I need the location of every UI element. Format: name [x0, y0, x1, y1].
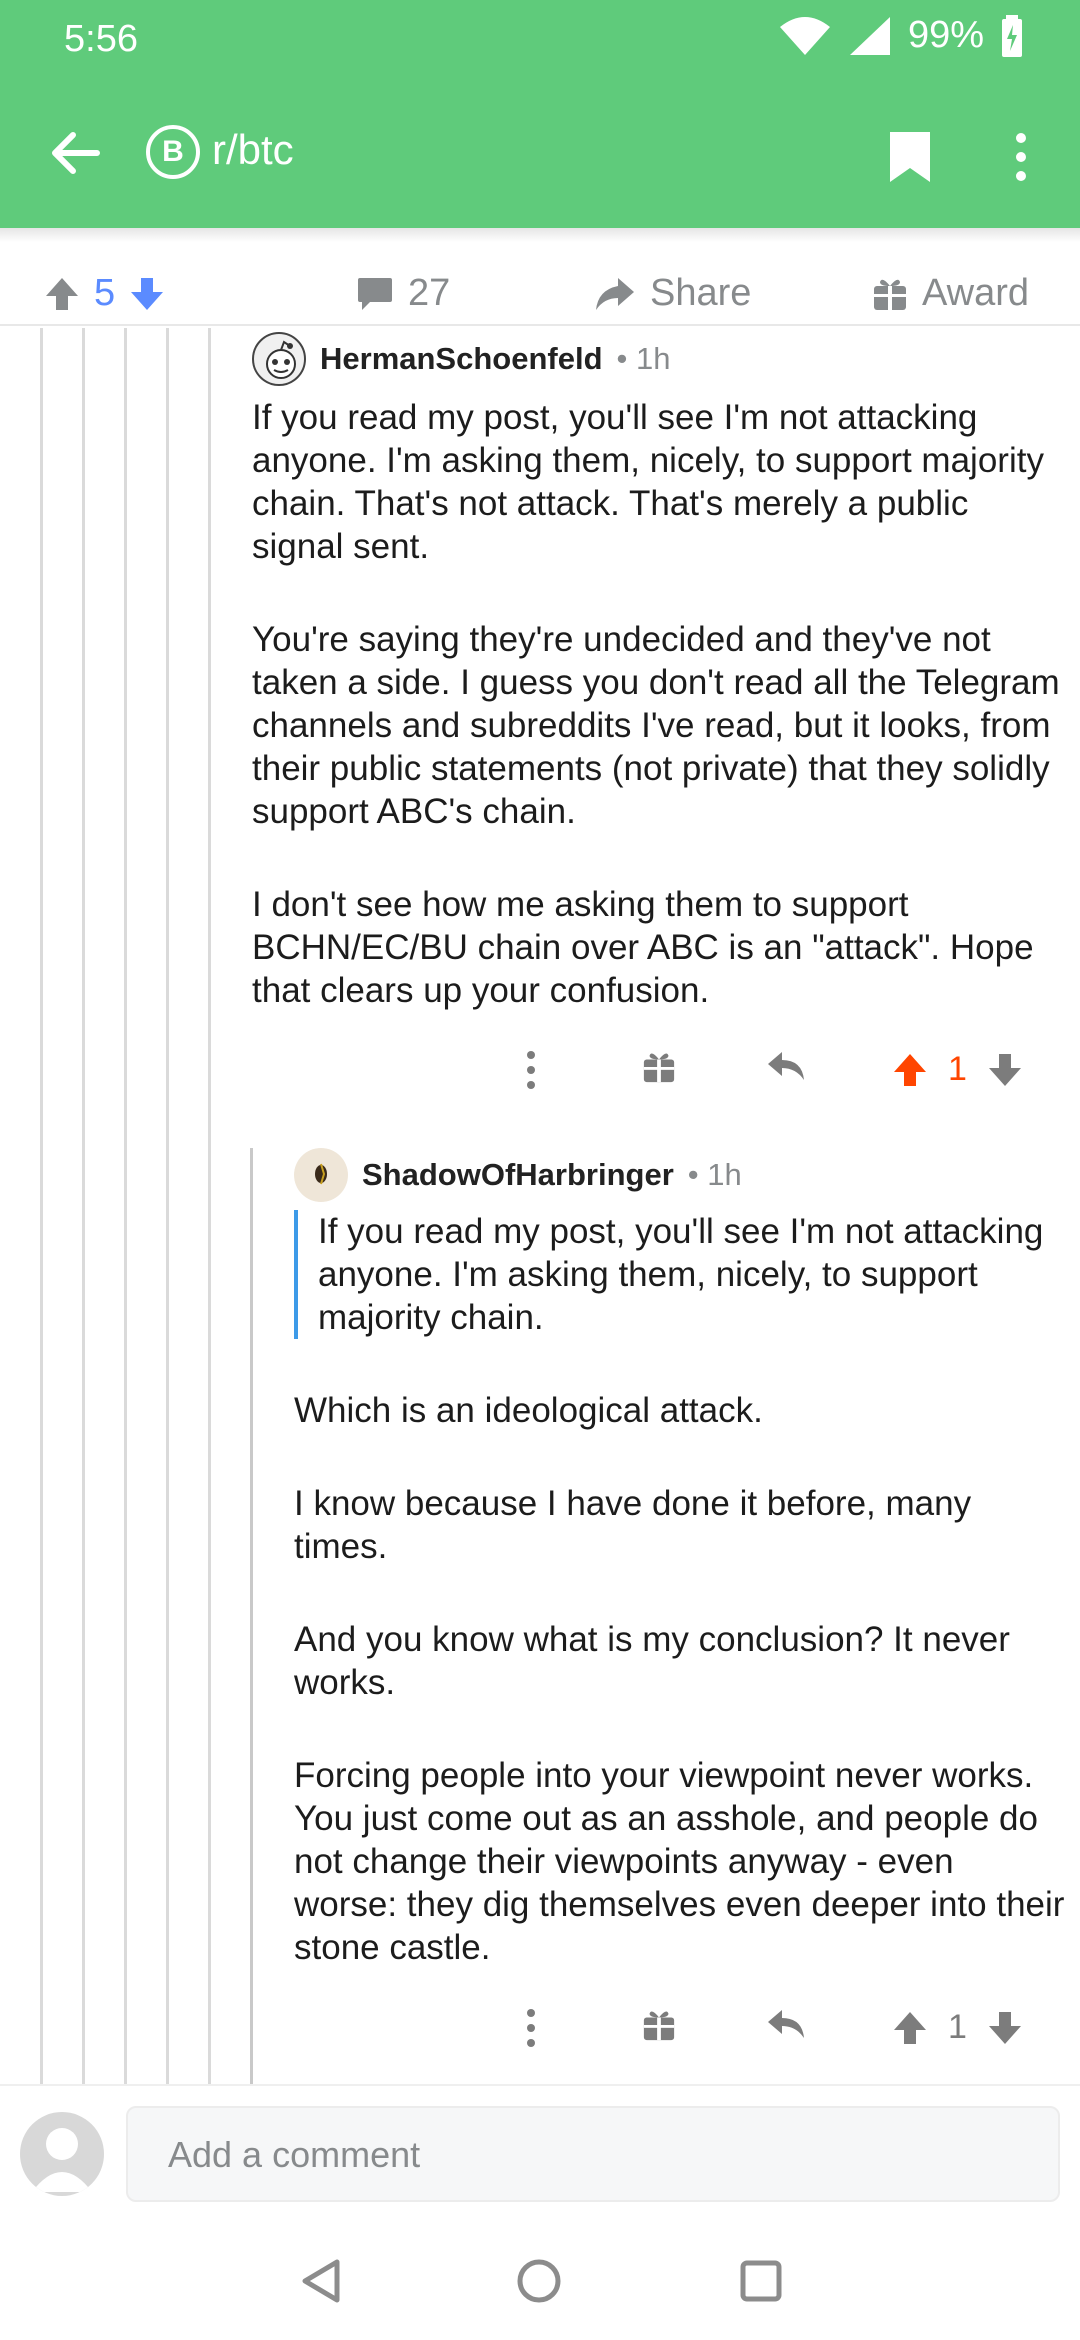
upvote-icon[interactable] [44, 276, 80, 312]
comment-paragraph: If you read my post, you'll see I'm not … [252, 398, 1044, 566]
comment-paragraph: Which is an ideological attack. [294, 1391, 763, 1430]
system-nav-bar [0, 2222, 1080, 2340]
arrow-left-icon [52, 132, 100, 174]
upvote-icon[interactable] [892, 1052, 928, 1088]
comment-age: • 1h [616, 341, 671, 376]
comment-header: ShadowOfHarbringer • 1h [294, 1148, 742, 1202]
avatar[interactable] [294, 1148, 348, 1202]
thread-line[interactable] [208, 328, 211, 2084]
award-label: Award [922, 272, 1030, 314]
share-button[interactable]: Share [594, 272, 751, 315]
status-icons: 99% [778, 14, 1024, 57]
thread-line[interactable] [250, 1148, 253, 2084]
nav-home-button[interactable] [504, 2246, 574, 2316]
vote-count: 1 [948, 2008, 967, 2046]
save-post-button[interactable] [880, 122, 940, 192]
quote-block: If you read my post, you'll see I'm not … [294, 1210, 1066, 1339]
award-button[interactable] [642, 2008, 676, 2042]
comment-body: If you read my post, you'll see I'm not … [294, 1210, 1066, 2019]
more-options-button[interactable] [526, 2008, 536, 2048]
status-bar: 5:56 99% [0, 0, 1080, 80]
thread-line[interactable] [40, 328, 43, 2084]
subreddit-title[interactable]: r/btc [212, 126, 294, 174]
comment-paragraph: You're saying they're undecided and they… [252, 620, 1060, 831]
share-label: Share [650, 272, 752, 314]
reply-arrow-icon [768, 1052, 804, 1080]
vote-count: 1 [948, 1050, 967, 1088]
reply-button[interactable] [766, 1050, 806, 1084]
comment-author[interactable]: HermanSchoenfeld [320, 341, 603, 377]
nav-recents-button[interactable] [726, 2246, 796, 2316]
award-button[interactable]: Award [872, 272, 1029, 315]
upvote-icon[interactable] [892, 2010, 928, 2046]
post-action-bar: 5 27 Share Award [0, 262, 1080, 326]
snoo-avatar-icon [266, 340, 296, 379]
square-recents-icon [740, 2260, 782, 2302]
share-arrow-icon [596, 277, 634, 310]
more-options-button[interactable] [526, 1050, 536, 1090]
user-icon [32, 2128, 92, 2192]
gift-icon [874, 279, 906, 310]
status-time: 5:56 [64, 18, 138, 60]
gift-icon [643, 2011, 675, 2041]
app-bar: B r/btc [0, 80, 1080, 228]
more-vertical-icon [1016, 133, 1026, 181]
comment-actions: 1 [500, 1042, 1080, 1102]
battery-percent: 99% [907, 14, 984, 56]
downvote-icon[interactable] [987, 2010, 1023, 2046]
avatar[interactable] [20, 2112, 104, 2196]
comment-header: HermanSchoenfeld • 1h [252, 332, 670, 386]
circle-home-icon [517, 2259, 561, 2303]
comment-paragraph: And you know what is my conclusion? It n… [294, 1620, 1010, 1702]
comment-age: • 1h [687, 1157, 742, 1192]
comment-paragraph: I don't see how me asking them to suppor… [252, 885, 1034, 1010]
post-vote-group: 5 [44, 272, 165, 315]
nav-back-button[interactable] [286, 2246, 356, 2316]
thread-line[interactable] [82, 328, 85, 2084]
reply-button[interactable] [766, 2008, 806, 2042]
avatar[interactable] [252, 332, 306, 386]
award-button[interactable] [642, 1050, 676, 1084]
thread-line[interactable] [124, 328, 127, 2084]
gift-icon [643, 1053, 675, 1083]
bitcoin-icon: B [146, 125, 200, 179]
post-vote-count: 5 [94, 272, 116, 314]
user-avatar-icon [294, 1148, 348, 1202]
comment-bubble-icon [358, 277, 392, 310]
back-button[interactable] [40, 118, 110, 188]
battery-charging-icon [1002, 14, 1022, 57]
header-shadow [0, 228, 1080, 242]
comment-author[interactable]: ShadowOfHarbringer [362, 1157, 674, 1193]
comment-actions: 1 [500, 2000, 1080, 2060]
cell-signal-icon [849, 16, 890, 55]
vote-group: 1 [892, 2008, 1023, 2047]
triangle-back-icon [302, 2259, 340, 2303]
more-vertical-icon [527, 2009, 535, 2047]
overflow-menu-button[interactable] [996, 122, 1046, 192]
compose-bar: Add a comment [0, 2084, 1080, 2222]
reply-arrow-icon [768, 2010, 804, 2038]
vote-group: 1 [892, 1050, 1023, 1089]
comment-paragraph: Forcing people into your viewpoint never… [294, 1756, 1065, 1967]
thread-line[interactable] [166, 328, 169, 2084]
comment-count: 27 [408, 272, 451, 314]
comments-button[interactable]: 27 [356, 272, 450, 315]
more-vertical-icon [527, 1051, 535, 1089]
comment-body: If you read my post, you'll see I'm not … [252, 396, 1064, 1062]
downvote-icon[interactable] [987, 1052, 1023, 1088]
downvote-icon[interactable] [129, 276, 165, 312]
bookmark-icon [890, 132, 930, 182]
add-comment-input[interactable]: Add a comment [126, 2106, 1060, 2202]
wifi-icon [779, 16, 830, 55]
comment-paragraph: I know because I have done it before, ma… [294, 1484, 972, 1566]
